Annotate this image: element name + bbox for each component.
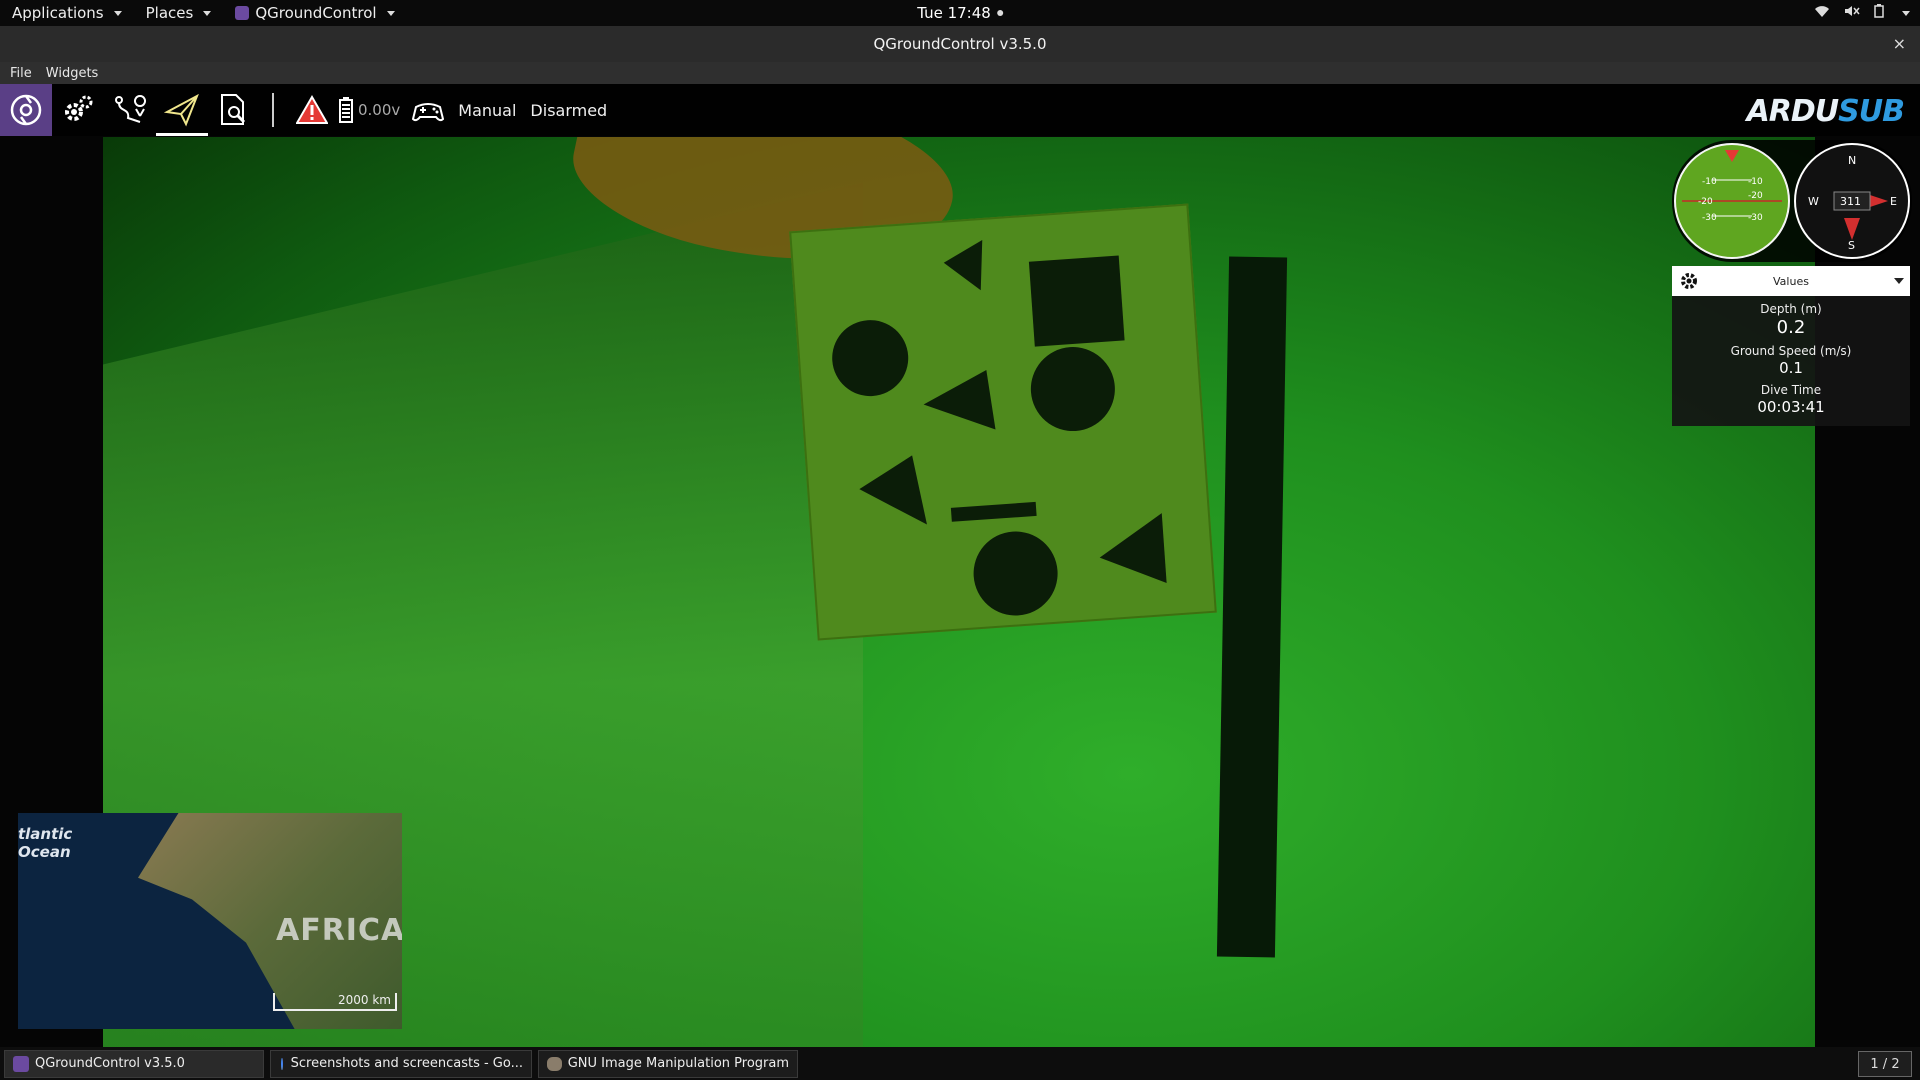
taskbar-item-label: GNU Image Manipulation Program [567, 1056, 789, 1071]
warning-icon [296, 95, 328, 124]
chrome-icon [279, 1055, 285, 1072]
menu-widgets[interactable]: Widgets [46, 66, 99, 81]
qgc-app-icon [235, 6, 250, 20]
depth-value: 0.2 [1776, 317, 1806, 338]
pitch-label: -30 [1702, 213, 1717, 223]
close-window-button[interactable]: × [1893, 26, 1906, 62]
battery-icon [1874, 4, 1884, 22]
instrument-widget[interactable]: -10 -10 -20 -20 -30 -30 N S W E 311 [1672, 140, 1912, 262]
attitude-compass-svg: -10 -10 -20 -20 -30 -30 N S W E 311 [1674, 143, 1910, 259]
continent-label: AFRICA [276, 913, 402, 948]
toolbar-separator [272, 93, 274, 127]
ground-speed-label: Ground Speed (m/s) [1730, 344, 1852, 358]
compass: N S W E 311 [1794, 143, 1910, 259]
chevron-down-icon [203, 10, 212, 16]
clock[interactable]: Tue 17:48 [917, 0, 1003, 26]
workspace-pager[interactable]: 1 / 2 [1858, 1051, 1912, 1077]
shape-card-image [789, 203, 1217, 641]
route-pin-icon [115, 95, 146, 123]
compass-north: N [1848, 154, 1856, 167]
applications-label: Applications [12, 4, 104, 22]
taskbar-item-qgroundcontrol[interactable]: QGroundControl v3.5.0 [4, 1049, 264, 1078]
plan-view-button[interactable] [104, 84, 156, 136]
battery-indicator[interactable]: 0.00v [338, 96, 400, 124]
depth-label: Depth (m) [1760, 302, 1822, 316]
window-taskbar: QGroundControl v3.5.0 Screenshots and sc… [0, 1047, 1920, 1080]
notification-dot-icon [996, 10, 1003, 16]
values-selector[interactable]: Values [1672, 266, 1910, 296]
logo-text-ardu: ARDU [1746, 94, 1840, 129]
ardusub-logo: ARDUSUB [1746, 94, 1905, 129]
values-panel: Values Depth (m) 0.2 Ground Speed (m/s) … [1672, 266, 1910, 426]
pitch-label: -30 [1748, 213, 1763, 223]
mini-map[interactable]: tlantic Ocean AFRICA 2000 km [18, 813, 402, 1029]
compass-west: W [1808, 195, 1819, 208]
menu-file[interactable]: File [10, 66, 32, 81]
messages-button[interactable] [286, 84, 338, 136]
battery-icon [339, 97, 353, 123]
attitude-indicator: -10 -10 -20 -20 -30 -30 [1674, 143, 1790, 259]
qgc-app-icon [13, 1055, 29, 1072]
clock-label: Tue 17:48 [917, 4, 991, 22]
joystick-indicator[interactable] [412, 97, 445, 123]
active-app-label: QGroundControl [255, 4, 377, 22]
map-ocean-label: tlantic Ocean [18, 825, 72, 861]
pool-lane-stripe-image [1216, 256, 1288, 958]
gimp-icon [547, 1056, 562, 1071]
ground-speed-value: 0.1 [1779, 359, 1803, 377]
pitch-label: -10 [1702, 177, 1717, 187]
window-title-bar: QGroundControl v3.5.0 × [0, 26, 1920, 62]
dive-time-value: 00:03:41 [1757, 398, 1825, 416]
pitch-label: -20 [1698, 197, 1713, 207]
window-title: QGroundControl v3.5.0 [873, 35, 1047, 53]
wifi-icon [1814, 4, 1830, 22]
volume-muted-icon [1844, 4, 1860, 22]
gamepad-icon [412, 103, 445, 122]
gear-icon[interactable] [1678, 270, 1700, 295]
applications-menu[interactable]: Applications [0, 0, 134, 26]
compass-south: S [1848, 239, 1855, 252]
qgc-home-button[interactable] [0, 84, 52, 136]
fly-view-button[interactable] [156, 84, 208, 136]
chevron-down-icon [1902, 10, 1910, 16]
ocean-label-line1: tlantic [18, 825, 73, 843]
arm-state[interactable]: Disarmed [530, 101, 607, 120]
chevron-down-icon [113, 10, 122, 16]
taskbar-item-label: QGroundControl v3.5.0 [35, 1056, 185, 1071]
logo-text-sub: SUB [1838, 94, 1905, 129]
pitch-label: -10 [1748, 177, 1763, 187]
values-selector-label: Values [1773, 274, 1809, 288]
taskbar-item-gimp[interactable]: GNU Image Manipulation Program [538, 1049, 798, 1078]
chevron-down-icon [386, 10, 395, 16]
main-toolbar: 0.00v Manual Disarmed ARDUSUB [0, 84, 1920, 136]
taskbar-item-label: Screenshots and screencasts - Go... [290, 1056, 523, 1071]
dive-time-label: Dive Time [1760, 383, 1822, 397]
places-label: Places [145, 4, 194, 22]
analyze-view-button[interactable] [208, 84, 260, 136]
gears-icon [65, 95, 93, 121]
document-search-icon [221, 94, 246, 125]
flight-mode-selector[interactable]: Manual [458, 101, 516, 120]
paper-plane-icon [164, 93, 199, 127]
pitch-label: -20 [1748, 191, 1763, 201]
fly-view: 0.00v Manual Disarmed ARDUSUB -10 -10 -2… [0, 84, 1920, 1047]
chevron-down-icon [1894, 278, 1904, 284]
qgc-logo-icon [10, 94, 42, 126]
compass-east: E [1890, 195, 1897, 208]
taskbar-item-chrome[interactable]: Screenshots and screencasts - Go... [270, 1049, 532, 1078]
active-app-menu[interactable]: QGroundControl [223, 0, 406, 26]
system-tray[interactable] [1814, 0, 1910, 26]
vehicle-setup-button[interactable] [52, 84, 104, 136]
system-top-bar: Applications Places QGroundControl Tue 1… [0, 0, 1920, 26]
battery-voltage: 0.00v [358, 101, 401, 119]
menu-bar: File Widgets [0, 62, 1920, 84]
places-menu[interactable]: Places [134, 0, 224, 26]
map-scale-bar: 2000 km [273, 993, 397, 1011]
ocean-label-line2: Ocean [18, 843, 71, 861]
heading-readout: 311 [1840, 195, 1861, 208]
